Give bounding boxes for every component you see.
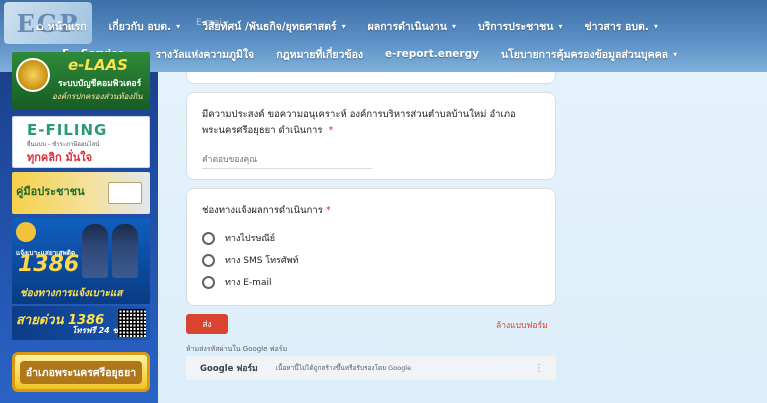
question-title: มีความประสงค์ ขอความอนุเคราะห์ องค์การบร… <box>202 107 547 139</box>
qr-code-icon <box>118 309 146 337</box>
home-icon: ⌂ <box>36 19 44 33</box>
banner-title: อำเภอพระนครศรีอยุธยา <box>19 360 143 384</box>
google-forms-footer: Google ฟอร์ม เนื้อหานี้ไม่ได้ถูกสร้างขึ้… <box>186 356 556 380</box>
answer-input[interactable] <box>202 151 372 169</box>
question-text: ช่องทางแจ้งผลการดำเนินการ <box>202 205 323 216</box>
clear-form-link[interactable]: ล้างแบบฟอร์ม <box>496 318 548 332</box>
banner-title: คู่มือประชาชน <box>16 185 85 198</box>
submit-button[interactable]: ส่ง <box>186 314 228 334</box>
nav-item-label: e-report.energy <box>385 48 479 60</box>
nav-item-e-report[interactable]: e-report.energy <box>385 48 479 60</box>
nav-item-label: วิสัยทัศน์ /พันธกิจ/ยุทธศาสตร์ <box>202 20 337 33</box>
question-card-request: มีความประสงค์ ขอความอนุเคราะห์ องค์การบร… <box>186 92 556 180</box>
banner-subtitle: ระบบบัญชีคอมพิวเตอร์ <box>58 79 142 89</box>
radio-option-sms[interactable]: ทาง SMS โทรศัพท์ <box>202 253 298 267</box>
banner-e-filing[interactable]: E-FILING ยื่นแบบ - ชำระภาษีออนไลน์ ทุกคล… <box>12 116 150 168</box>
banner-district[interactable]: อำเภอพระนครศรีอยุธยา <box>12 352 150 392</box>
chevron-down-icon: ▾ <box>653 21 658 31</box>
password-warning: ห้ามส่งรหัสผ่านใน Google ฟอร์ม <box>186 345 288 353</box>
nav-item-home[interactable]: ⌂ หน้าแรก <box>36 18 87 35</box>
nav-item-label: นโยบายการคุ้มครองข้อมูลส่วนบุคคล <box>500 48 669 61</box>
nav-row-primary: ⌂ หน้าแรก เกี่ยวกับ อบต. ▾ วิสัยทัศน์ /พ… <box>0 14 767 38</box>
nav-item-label: หน้าแรก <box>47 20 87 33</box>
chevron-down-icon: ▾ <box>176 21 181 31</box>
radio-label: ทาง E-mail <box>225 278 272 288</box>
required-asterisk: * <box>325 205 331 216</box>
nav-item-awards[interactable]: รางวัลแห่งความภูมิใจ <box>156 46 255 63</box>
banner-number: 1386 <box>18 252 80 277</box>
nav-item-vision[interactable]: วิสัยทัศน์ /พันธกิจ/ยุทธศาสตร์ ▾ <box>202 18 346 35</box>
question-title: ช่องทางแจ้งผลการดำเนินการ * <box>202 203 547 219</box>
banner-title: E-FILING <box>27 121 108 139</box>
banner-title: e-LAAS <box>68 56 128 74</box>
nav-item-label: ข่าวสาร อบต. <box>584 20 649 33</box>
nav-item-privacy-policy[interactable]: นโยบายการคุ้มครองข้อมูลส่วนบุคคล ▾ <box>501 46 677 63</box>
bell-icon <box>16 222 36 242</box>
chevron-down-icon: ▾ <box>341 21 346 31</box>
banner-caption: ทุกคลิก มั่นใจ <box>27 151 93 164</box>
question-text: มีความประสงค์ ขอความอนุเคราะห์ องค์การบร… <box>202 109 516 136</box>
footer-disclaimer: เนื้อหานี้ไม่ได้ถูกสร้างขึ้นหรือรับรองโด… <box>275 364 412 372</box>
chevron-down-icon: ▾ <box>451 21 456 31</box>
radio-option-post[interactable]: ทางไปรษณีย์ <box>202 231 275 245</box>
radio-button[interactable] <box>202 275 215 289</box>
banner-e-laas[interactable]: e-LAAS ระบบบัญชีคอมพิวเตอร์ องค์กรปกครอง… <box>12 52 150 110</box>
nav-item-about[interactable]: เกี่ยวกับ อบต. ▾ <box>109 18 180 35</box>
dla-seal-icon <box>16 58 50 92</box>
banner-drug-report[interactable]: แจ้งเบาะแสยาเสพติด 1386 ช่องทางการแจ้งเบ… <box>12 218 150 304</box>
nav-item-label: เกี่ยวกับ อบต. <box>108 20 172 33</box>
banner-hotline[interactable]: สายด่วน 1386 โทรฟรี 24 ชม. <box>12 306 150 340</box>
nav-item-label: รางวัลแห่งความภูมิใจ <box>155 48 255 61</box>
required-asterisk: * <box>328 125 334 136</box>
radio-label: ทาง SMS โทรศัพท์ <box>225 256 299 266</box>
chevron-down-icon: ▾ <box>673 49 678 59</box>
nav-item-label: ผลการดำเนินงาน <box>367 20 447 33</box>
radio-label: ทางไปรษณีย์ <box>225 234 276 244</box>
banner-caption: องค์กรปกครองส่วนท้องถิ่น <box>52 92 143 101</box>
nav-item-services[interactable]: บริการประชาชน ▾ <box>478 18 562 35</box>
banner-citizen-manual[interactable]: คู่มือประชาชน <box>12 172 150 214</box>
question-card-notify-channel: ช่องทางแจ้งผลการดำเนินการ * ทางไปรษณีย์ ท… <box>186 188 556 306</box>
book-icon <box>108 182 142 204</box>
nav-item-news[interactable]: ข่าวสาร อบต. ▾ <box>584 18 657 35</box>
officer-icon <box>112 224 138 278</box>
radio-button[interactable] <box>202 231 215 245</box>
nav-item-label: บริการประชาชน <box>477 20 554 33</box>
more-options-icon[interactable]: ⋮ <box>534 363 544 374</box>
officer-icon <box>82 224 108 278</box>
radio-button[interactable] <box>202 253 215 267</box>
google-forms-brand[interactable]: Google ฟอร์ม <box>200 361 258 375</box>
nav-item-laws[interactable]: กฎหมายที่เกี่ยวข้อง <box>276 46 363 63</box>
banner-caption: ช่องทางการแจ้งเบาะแส <box>20 288 123 299</box>
radio-option-email[interactable]: ทาง E-mail <box>202 275 271 289</box>
nav-item-results[interactable]: ผลการดำเนินงาน ▾ <box>368 18 456 35</box>
chevron-down-icon: ▾ <box>558 21 563 31</box>
nav-item-label: กฎหมายที่เกี่ยวข้อง <box>276 48 364 61</box>
